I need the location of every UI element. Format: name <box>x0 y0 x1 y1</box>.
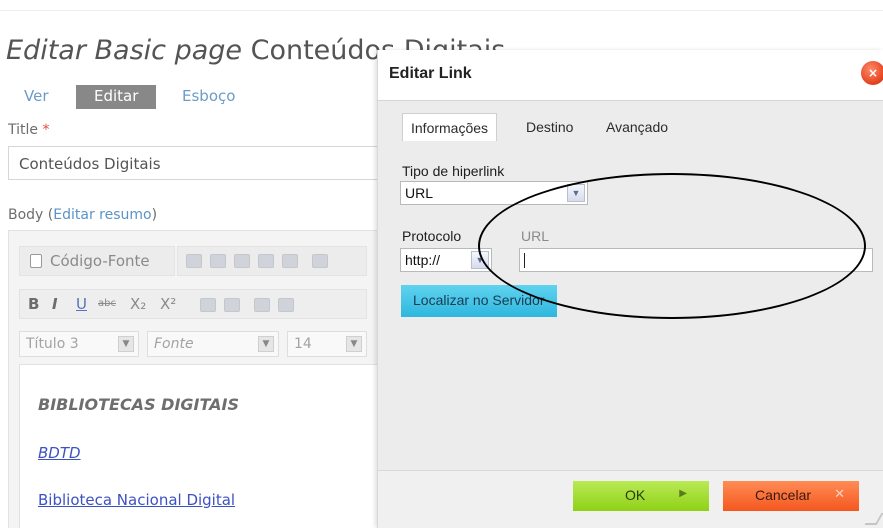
required-marker: * <box>42 122 50 138</box>
link-type-label: Tipo de hiperlink <box>402 163 505 179</box>
tab-esboco[interactable]: Esboço <box>182 85 235 109</box>
link-type-value: URL <box>405 185 434 201</box>
body-paren-close: ) <box>151 207 158 223</box>
tab-destino[interactable]: Destino <box>518 113 581 141</box>
numbered-list-icon[interactable] <box>200 298 216 312</box>
ok-button[interactable]: OK ▶ <box>573 481 709 511</box>
subscript-button[interactable]: X₂ <box>130 295 146 313</box>
screen: Editar Basic page Conteúdos Digitais Ver… <box>0 0 883 528</box>
cancel-button[interactable]: Cancelar ✕ <box>723 481 859 511</box>
title-label: Title * <box>8 122 49 138</box>
divider <box>0 10 883 11</box>
close-icon[interactable]: × <box>861 61 883 85</box>
paste-icon[interactable] <box>234 254 250 268</box>
content-heading: BIBLIOTECAS DIGITAIS <box>38 395 240 414</box>
dialog-title: Editar Link <box>389 65 472 82</box>
toolbar-group-clipboard <box>177 246 367 276</box>
content-link-bdtd[interactable]: BDTD <box>38 444 81 462</box>
outdent-icon[interactable] <box>254 298 270 312</box>
source-icon <box>30 254 42 268</box>
strike-button[interactable]: abc <box>98 298 116 309</box>
indent-icon[interactable] <box>278 298 294 312</box>
font-select[interactable]: Fonte ▼ <box>147 331 279 357</box>
tab-avancado[interactable]: Avançado <box>598 113 676 141</box>
font-placeholder: Fonte <box>154 336 194 352</box>
ok-label: OK <box>625 487 646 503</box>
dialog-header[interactable]: Editar Link × <box>378 50 883 100</box>
format-value: Título 3 <box>26 336 79 352</box>
body-label: Body (Editar resumo) <box>8 207 157 223</box>
underline-button[interactable]: U <box>76 295 87 313</box>
bulleted-list-icon[interactable] <box>224 298 240 312</box>
italic-button[interactable]: I <box>52 295 58 313</box>
title-label-text: Title <box>8 122 39 138</box>
size-select[interactable]: 14 ▼ <box>287 331 367 357</box>
copy-icon[interactable] <box>210 254 226 268</box>
content-link-biblioteca[interactable]: Biblioteca Nacional Digital <box>38 491 235 509</box>
font-dropdown-icon: ▼ <box>258 336 274 352</box>
annotation-ellipse <box>478 173 866 319</box>
dialog-footer: OK ▶ Cancelar ✕ <box>378 470 883 528</box>
title-input[interactable]: Conteúdos Digitais <box>8 146 388 180</box>
tab-informacoes[interactable]: Informações <box>402 113 498 141</box>
page-title-prefix: Editar Basic page <box>6 35 243 66</box>
cancel-label: Cancelar <box>755 487 812 503</box>
rich-text-editor: Código-Fonte B I U abc X₂ X² Título 3 ▼ <box>8 230 389 528</box>
dialog-tabs: Informações Destino Avançado <box>378 113 883 141</box>
format-select[interactable]: Título 3 ▼ <box>19 331 139 357</box>
toolbar-group-format: B I U abc X₂ X² <box>19 289 367 319</box>
size-value: 14 <box>294 336 312 352</box>
editor-content[interactable]: BIBLIOTECAS DIGITAIS BDTD Biblioteca Nac… <box>19 364 389 528</box>
format-dropdown-icon: ▼ <box>118 336 134 352</box>
spellcheck-icon[interactable] <box>312 254 328 268</box>
tab-editar[interactable]: Editar <box>76 85 157 109</box>
cut-icon[interactable] <box>186 254 202 268</box>
superscript-button[interactable]: X² <box>160 295 176 313</box>
edit-summary-link[interactable]: Editar resumo <box>53 207 151 223</box>
protocol-label: Protocolo <box>402 228 462 244</box>
close-icon: ✕ <box>834 486 845 501</box>
paste-word-icon[interactable] <box>282 254 298 268</box>
toolbar-group-source: Código-Fonte <box>19 246 175 276</box>
paste-text-icon[interactable] <box>258 254 274 268</box>
arrow-right-icon: ▶ <box>679 488 687 499</box>
source-button[interactable]: Código-Fonte <box>50 252 150 270</box>
protocol-value: http:// <box>405 252 441 268</box>
resize-grip-icon[interactable] <box>864 513 883 525</box>
tab-ver[interactable]: Ver <box>24 85 49 109</box>
bold-button[interactable]: B <box>28 295 39 313</box>
body-label-text: Body <box>8 207 44 223</box>
size-dropdown-icon: ▼ <box>346 336 362 352</box>
